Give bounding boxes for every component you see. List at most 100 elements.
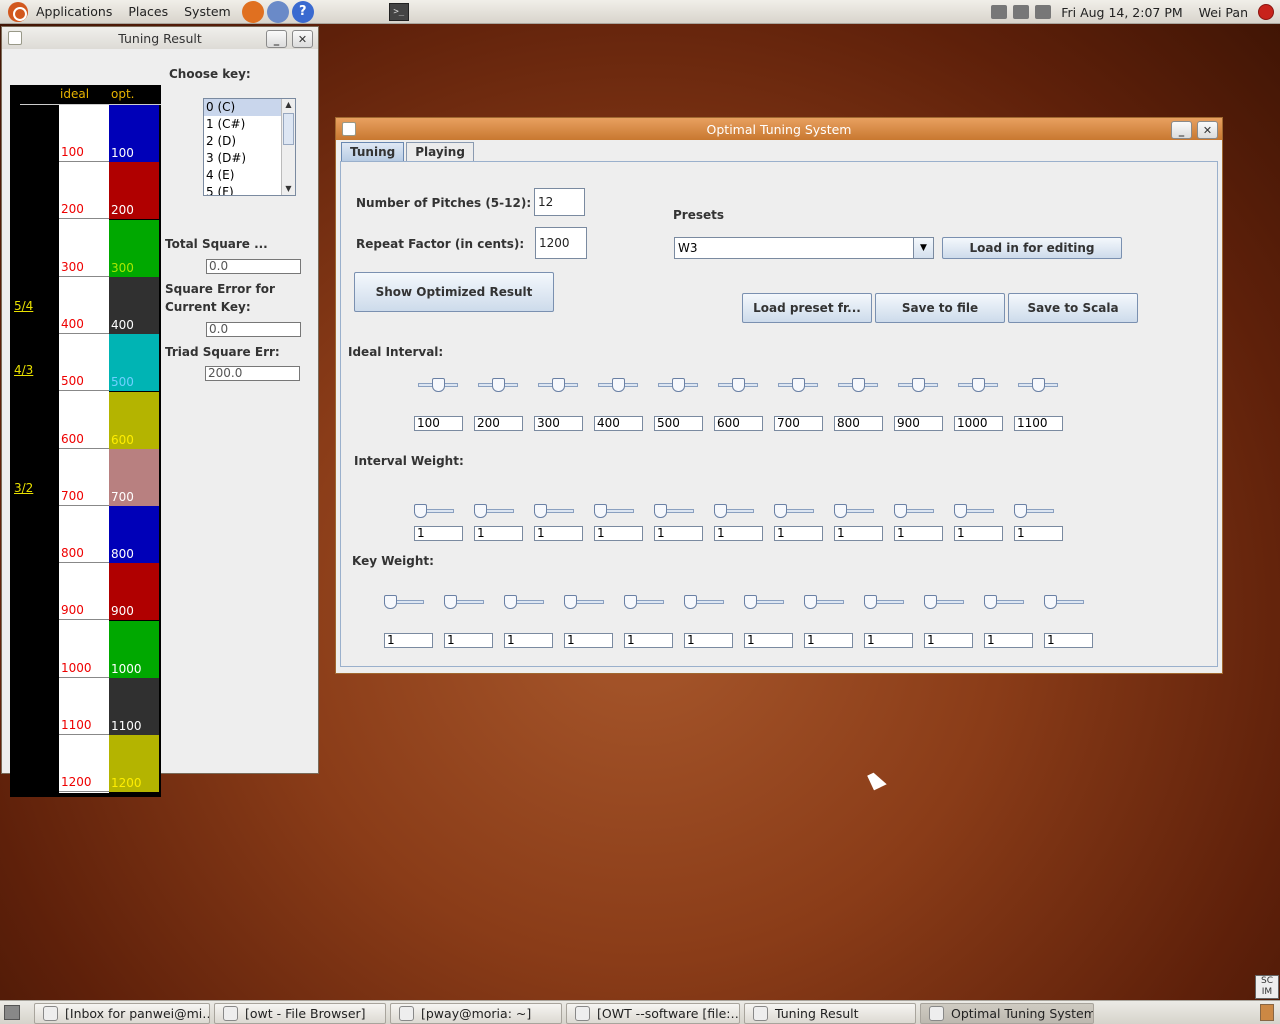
key-list[interactable]: 0 (C) 1 (C#) 2 (D) 3 (D#) 4 (E) 5 (F) ▲ … xyxy=(203,98,296,196)
interval-weight-slider[interactable] xyxy=(714,504,754,518)
ubuntu-logo-icon[interactable] xyxy=(8,1,28,22)
close-button[interactable]: ✕ xyxy=(292,30,313,48)
taskbar-item[interactable]: [OWT --software [file:… xyxy=(566,1003,740,1024)
interval-weight-input[interactable]: 1 xyxy=(714,526,763,541)
trash-icon[interactable] xyxy=(1260,1004,1274,1021)
slider-thumb[interactable] xyxy=(671,378,685,392)
power-icon[interactable] xyxy=(1258,4,1274,20)
key-weight-slider[interactable] xyxy=(804,595,844,609)
key-weight-slider[interactable] xyxy=(684,595,724,609)
slider-thumb[interactable] xyxy=(714,504,727,518)
slider-thumb[interactable] xyxy=(791,378,805,392)
key-weight-slider[interactable] xyxy=(864,595,904,609)
ideal-interval-input[interactable]: 900 xyxy=(894,416,943,431)
ideal-interval-input[interactable]: 700 xyxy=(774,416,823,431)
interval-weight-slider[interactable] xyxy=(834,504,874,518)
terminal-launcher-icon[interactable]: >_ xyxy=(388,2,409,21)
key-weight-slider[interactable] xyxy=(924,595,964,609)
key-weight-input[interactable]: 1 xyxy=(1044,633,1093,648)
ideal-interval-input[interactable]: 1000 xyxy=(954,416,1003,431)
save-scala-button[interactable]: Save to Scala xyxy=(1008,293,1138,323)
slider-thumb[interactable] xyxy=(474,504,487,518)
save-file-button[interactable]: Save to file xyxy=(875,293,1005,323)
ideal-interval-input[interactable]: 1100 xyxy=(1014,416,1063,431)
slider-thumb[interactable] xyxy=(504,595,517,609)
slider-thumb[interactable] xyxy=(491,378,505,392)
slider-thumb[interactable] xyxy=(564,595,577,609)
slider-thumb[interactable] xyxy=(414,504,427,518)
slider-thumb[interactable] xyxy=(774,504,787,518)
slider-thumb[interactable] xyxy=(534,504,547,518)
clock[interactable]: Fri Aug 14, 2:07 PM xyxy=(1057,5,1188,20)
preset-combo[interactable]: W3 ▼ xyxy=(674,237,934,259)
ideal-interval-slider[interactable] xyxy=(538,378,578,392)
key-weight-input[interactable]: 1 xyxy=(384,633,433,648)
interval-weight-input[interactable]: 1 xyxy=(894,526,943,541)
key-weight-slider[interactable] xyxy=(564,595,604,609)
interval-weight-input[interactable]: 1 xyxy=(594,526,643,541)
load-editing-button[interactable]: Load in for editing xyxy=(942,237,1122,259)
interval-weight-slider[interactable] xyxy=(534,504,574,518)
help-icon[interactable]: ? xyxy=(291,0,314,23)
ideal-interval-slider[interactable] xyxy=(478,378,518,392)
key-weight-input[interactable]: 1 xyxy=(984,633,1033,648)
slider-thumb[interactable] xyxy=(924,595,937,609)
interval-weight-slider[interactable] xyxy=(1014,504,1054,518)
slider-thumb[interactable] xyxy=(654,504,667,518)
minimize-button[interactable]: _ xyxy=(1171,121,1192,139)
ots-titlebar[interactable]: Optimal Tuning System _ ✕ xyxy=(336,118,1222,140)
ideal-interval-input[interactable]: 500 xyxy=(654,416,703,431)
show-desktop-icon[interactable] xyxy=(4,1005,20,1020)
ideal-interval-slider[interactable] xyxy=(838,378,878,392)
ideal-interval-slider[interactable] xyxy=(658,378,698,392)
minimize-button[interactable]: _ xyxy=(266,30,287,48)
key-weight-slider[interactable] xyxy=(984,595,1024,609)
scroll-down-icon[interactable]: ▼ xyxy=(282,183,295,195)
volume-icon[interactable] xyxy=(1035,5,1052,19)
interval-weight-input[interactable]: 1 xyxy=(834,526,883,541)
slider-thumb[interactable] xyxy=(984,595,997,609)
key-weight-input[interactable]: 1 xyxy=(684,633,733,648)
slider-thumb[interactable] xyxy=(611,378,625,392)
interval-weight-input[interactable]: 1 xyxy=(1014,526,1063,541)
taskbar-item[interactable]: Optimal Tuning System xyxy=(920,1003,1094,1024)
slider-thumb[interactable] xyxy=(744,595,757,609)
interval-weight-input[interactable]: 1 xyxy=(774,526,823,541)
ideal-interval-slider[interactable] xyxy=(898,378,938,392)
slider-thumb[interactable] xyxy=(431,378,445,392)
ideal-interval-slider[interactable] xyxy=(418,378,458,392)
menu-places[interactable]: Places xyxy=(120,4,176,19)
show-optimized-button[interactable]: Show Optimized Result xyxy=(354,272,554,312)
interval-weight-slider[interactable] xyxy=(894,504,934,518)
ideal-interval-slider[interactable] xyxy=(778,378,818,392)
tuning-result-titlebar[interactable]: Tuning Result _ ✕ xyxy=(2,27,318,49)
printer-icon[interactable] xyxy=(1013,5,1030,19)
ideal-interval-slider[interactable] xyxy=(598,378,638,392)
ideal-interval-slider[interactable] xyxy=(958,378,998,392)
key-weight-input[interactable]: 1 xyxy=(864,633,913,648)
key-weight-input[interactable]: 1 xyxy=(924,633,973,648)
slider-thumb[interactable] xyxy=(804,595,817,609)
ideal-interval-input[interactable]: 100 xyxy=(414,416,463,431)
interval-weight-input[interactable]: 1 xyxy=(954,526,1003,541)
key-weight-slider[interactable] xyxy=(1044,595,1084,609)
slider-thumb[interactable] xyxy=(551,378,565,392)
interval-weight-slider[interactable] xyxy=(594,504,634,518)
slider-thumb[interactable] xyxy=(1044,595,1057,609)
slider-thumb[interactable] xyxy=(834,504,847,518)
slider-thumb[interactable] xyxy=(911,378,925,392)
key-weight-input[interactable]: 1 xyxy=(444,633,493,648)
scroll-up-icon[interactable]: ▲ xyxy=(282,99,295,111)
ideal-interval-input[interactable]: 800 xyxy=(834,416,883,431)
slider-thumb[interactable] xyxy=(624,595,637,609)
slider-thumb[interactable] xyxy=(1031,378,1045,392)
key-list-scrollbar[interactable]: ▲ ▼ xyxy=(281,99,295,195)
interval-weight-slider[interactable] xyxy=(414,504,454,518)
menu-applications[interactable]: Applications xyxy=(28,4,120,19)
interval-weight-slider[interactable] xyxy=(774,504,814,518)
repeat-input[interactable]: 1200 xyxy=(535,227,587,259)
taskbar-item[interactable]: [owt - File Browser] xyxy=(214,1003,386,1024)
slider-thumb[interactable] xyxy=(1014,504,1027,518)
interval-weight-input[interactable]: 1 xyxy=(474,526,523,541)
slider-thumb[interactable] xyxy=(864,595,877,609)
